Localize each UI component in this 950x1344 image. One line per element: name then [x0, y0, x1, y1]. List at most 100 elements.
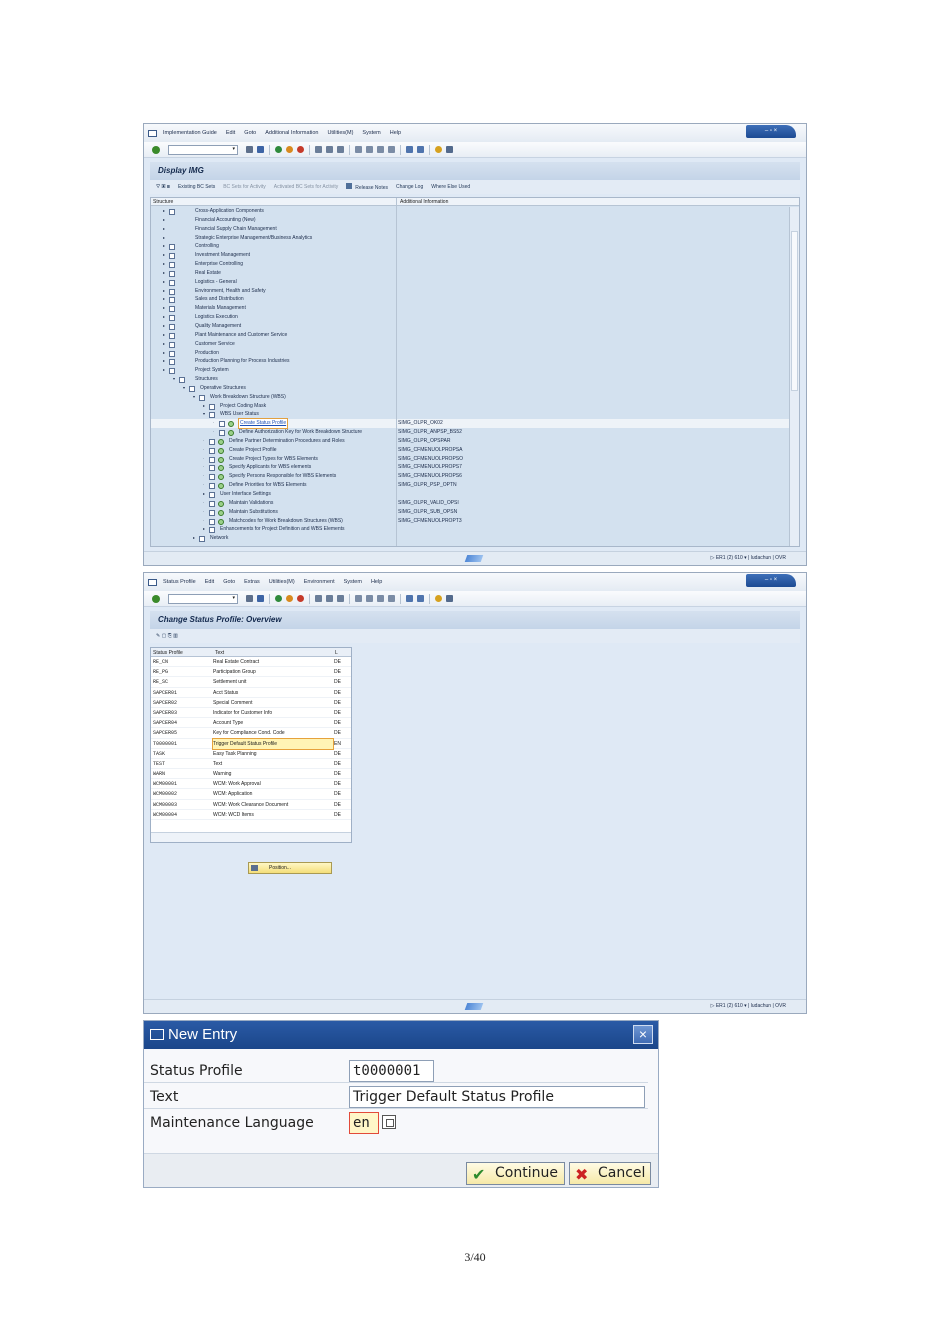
expand-node-icon[interactable]: ▸	[163, 234, 165, 243]
tree-node[interactable]: · Maintain Substitutions SIMG_OLPR_SUB_OPS…	[151, 508, 789, 517]
existing-bc-sets-button[interactable]: Existing BC Sets	[178, 184, 215, 190]
expand-node-icon[interactable]: ▸	[203, 402, 205, 411]
cancel-icon[interactable]	[297, 595, 304, 602]
menu-status-profile[interactable]: Status Profile	[163, 579, 196, 585]
last-page-icon[interactable]	[388, 595, 395, 602]
tree-node[interactable]: · Maintain Validations SIMG_OLPR_VALID_OPS…	[151, 499, 789, 508]
tree-node[interactable]: · Create Status Profile SIMG_OLPR_OK02	[151, 418, 789, 430]
back-icon[interactable]	[275, 595, 282, 602]
documentation-icon[interactable]	[169, 359, 175, 366]
menu-utilities[interactable]: Utilities(M)	[269, 579, 295, 585]
menu-help[interactable]: Help	[371, 579, 382, 585]
enter-icon[interactable]	[152, 145, 160, 154]
documentation-icon[interactable]	[209, 527, 215, 534]
documentation-icon[interactable]	[209, 412, 215, 419]
table-row[interactable]: T0000001 Trigger Default Status Profile EN	[151, 737, 351, 750]
first-page-icon[interactable]	[355, 146, 362, 153]
documentation-icon[interactable]	[169, 323, 175, 330]
tree-node[interactable]: ▸ Logistics - General	[151, 278, 789, 287]
table-row[interactable]: WCM00002 WCM: Application DE	[151, 789, 351, 800]
expand-node-icon[interactable]: ▸	[163, 304, 165, 313]
table-row[interactable]: SAPCER02 Special Comment DE	[151, 698, 351, 708]
documentation-icon[interactable]	[209, 500, 215, 507]
documentation-icon[interactable]	[169, 332, 175, 339]
documentation-icon[interactable]	[169, 253, 175, 260]
expand-node-icon[interactable]: ▸	[163, 269, 165, 278]
tree-node[interactable]: ▸ Enterprise Controlling	[151, 260, 789, 269]
execute-activity-icon[interactable]	[218, 447, 224, 454]
expand-node-icon[interactable]: ·	[203, 517, 204, 526]
tree-node[interactable]: ▸ Plant Maintenance and Customer Service	[151, 331, 789, 340]
tree-node[interactable]: ▾ Operative Structures	[151, 384, 789, 393]
horizontal-scrollbar[interactable]	[151, 832, 351, 842]
tree-node[interactable]: ▸ Sales and Distribution	[151, 295, 789, 304]
menu-extras[interactable]: Extras	[244, 579, 260, 585]
menu-implementation-guide[interactable]: Implementation Guide	[163, 130, 217, 136]
tree-node[interactable]: ▸ Network	[151, 534, 789, 543]
tree-node[interactable]: · Define Partner Determination Procedures…	[151, 437, 789, 446]
documentation-icon[interactable]	[169, 306, 175, 313]
help-icon[interactable]	[435, 146, 442, 153]
shortcut-icon[interactable]	[417, 146, 424, 153]
expand-node-icon[interactable]: ▸	[163, 313, 165, 322]
new-session-icon[interactable]	[406, 146, 413, 153]
back-arrow-icon[interactable]	[246, 595, 253, 602]
menu-system[interactable]: System	[362, 130, 380, 136]
exit-icon[interactable]	[148, 578, 157, 586]
execute-activity-icon[interactable]	[228, 421, 234, 428]
print-icon[interactable]	[315, 146, 322, 153]
tree-node[interactable]: · Create Project Profile SIMG_CFMENUOLPROP…	[151, 446, 789, 455]
activated-bc-sets-button[interactable]: Activated BC Sets for Activity	[274, 184, 338, 190]
find-next-icon[interactable]	[337, 595, 344, 602]
table-row[interactable]: TEST Text DE	[151, 759, 351, 770]
tree-node[interactable]: ▸ Cross-Application Components	[151, 207, 789, 216]
documentation-icon[interactable]	[209, 483, 215, 490]
system-info[interactable]: ▷ ER1 (2) 610 ▾ | ludachun | OVR	[711, 555, 786, 561]
documentation-icon[interactable]	[219, 421, 225, 428]
documentation-icon[interactable]	[209, 465, 215, 472]
documentation-icon[interactable]	[209, 438, 215, 445]
table-row[interactable]: SAPCER01 Acct Status DE	[151, 688, 351, 698]
execute-activity-icon[interactable]	[218, 500, 224, 507]
expand-node-icon[interactable]: ▸	[193, 534, 195, 543]
documentation-icon[interactable]	[199, 394, 205, 401]
system-info[interactable]: ▷ ER1 (2) 610 ▾ | ludachun | OVR	[711, 1003, 786, 1009]
expand-node-icon[interactable]: ▸	[163, 225, 165, 234]
documentation-icon[interactable]	[209, 474, 215, 481]
menu-goto[interactable]: Goto	[244, 130, 256, 136]
next-page-icon[interactable]	[377, 595, 384, 602]
menu-utilities[interactable]: Utilities(M)	[327, 130, 353, 136]
expand-node-icon[interactable]: ·	[203, 481, 204, 490]
window-controls[interactable]: – ▫ ×	[746, 125, 796, 138]
text-field[interactable]: Trigger Default Status Profile	[349, 1086, 645, 1108]
menu-help[interactable]: Help	[390, 130, 401, 136]
tree-node[interactable]: ▸ Quality Management	[151, 322, 789, 331]
menu-system[interactable]: System	[344, 579, 362, 585]
expand-node-icon[interactable]: ▸	[163, 331, 165, 340]
expand-node-icon[interactable]: ·	[203, 437, 204, 446]
execute-activity-icon[interactable]	[218, 456, 224, 463]
table-row[interactable]: RE_PG Participation Group DE	[151, 667, 351, 678]
table-row[interactable]: WCM00004 WCM: WCD Items DE	[151, 810, 351, 820]
expand-node-icon[interactable]: ▾	[173, 375, 175, 384]
layout-menu-icon[interactable]	[446, 595, 453, 602]
expand-node-icon[interactable]: ▸	[163, 242, 165, 251]
maintenance-language-field[interactable]: en	[349, 1112, 379, 1134]
menu-edit[interactable]: Edit	[226, 130, 235, 136]
last-page-icon[interactable]	[388, 146, 395, 153]
expand-node-icon[interactable]: ▸	[163, 295, 165, 304]
execute-activity-icon[interactable]	[218, 483, 224, 490]
expand-node-icon[interactable]: ·	[203, 463, 204, 472]
documentation-icon[interactable]	[209, 518, 215, 525]
structure-column-header[interactable]: Structure	[153, 199, 173, 205]
tree-node[interactable]: ▸ Logistics Execution	[151, 313, 789, 322]
additional-info-column-header[interactable]: Additional Information	[400, 199, 448, 205]
tree-node[interactable]: · Specify Applicants for WBS elements SIMG…	[151, 463, 789, 472]
tree-node[interactable]: ▾ Work Breakdown Structure (WBS)	[151, 393, 789, 402]
exit-icon[interactable]	[148, 129, 157, 137]
scroll-thumb[interactable]	[791, 231, 798, 391]
expand-node-icon[interactable]: ▸	[203, 490, 205, 499]
expand-node-icon[interactable]: ▸	[163, 260, 165, 269]
tree-node[interactable]: ▸ Strategic Enterprise Management/Busines…	[151, 234, 789, 243]
display-change-icon[interactable]: ✎ ▢ ⎘ ▥	[156, 633, 178, 639]
